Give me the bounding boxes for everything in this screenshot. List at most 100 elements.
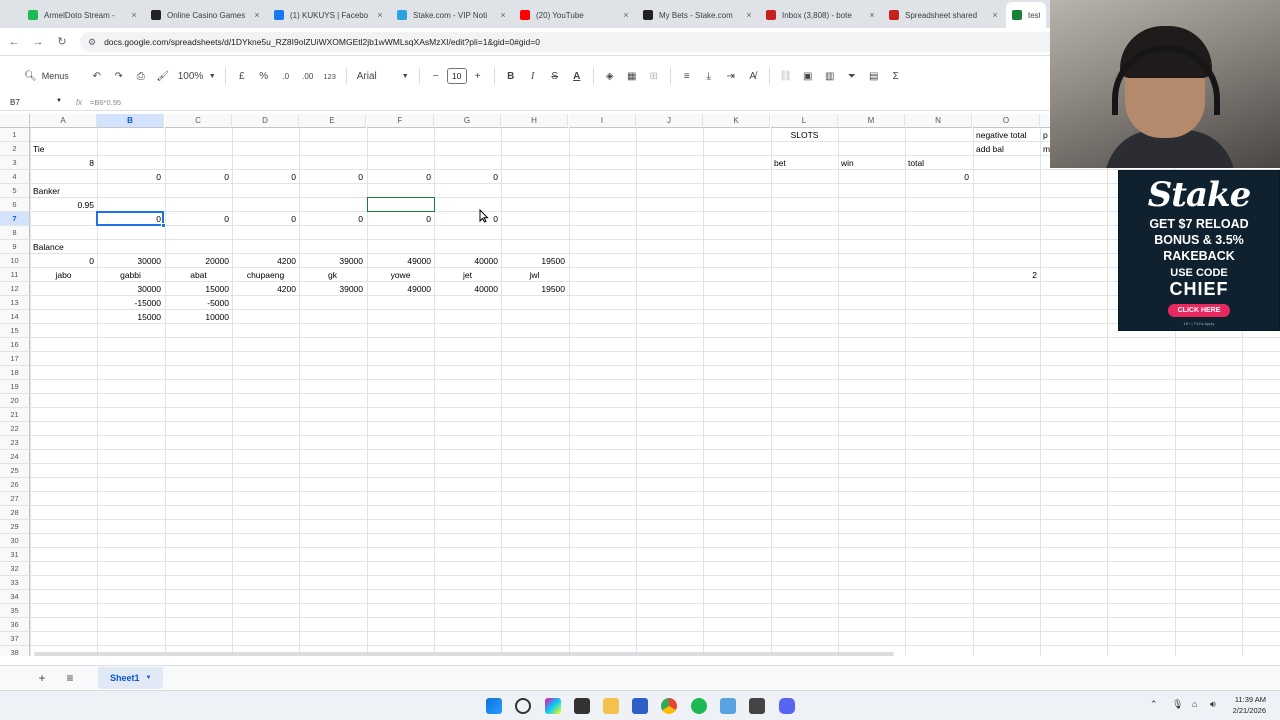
insert-link-icon[interactable]: ⛓ — [776, 66, 796, 86]
browser-tab[interactable]: Inbox (3,808) - bote × — [760, 2, 883, 28]
italic-button[interactable]: I — [523, 66, 543, 86]
row-header-3[interactable]: 3 — [0, 156, 30, 170]
close-tab-icon[interactable]: × — [129, 10, 139, 20]
cell-n3[interactable]: total — [905, 156, 972, 170]
microphone-icon[interactable]: 🎙︎ — [1172, 699, 1183, 710]
increase-decimal-button[interactable]: .00 — [298, 66, 318, 86]
row-header-2[interactable]: 2 — [0, 142, 30, 156]
cell-c10[interactable]: 20000 — [165, 254, 232, 268]
tray-chevron-icon[interactable]: ⌃ — [1150, 699, 1158, 710]
row-header-23[interactable]: 23 — [0, 436, 30, 450]
row-header-11[interactable]: 11 — [0, 268, 30, 282]
column-header-f[interactable]: F — [367, 114, 434, 128]
row-header-26[interactable]: 26 — [0, 478, 30, 492]
undo-icon[interactable]: ↶ — [87, 66, 107, 86]
cell-g12[interactable]: 40000 — [434, 282, 501, 296]
cell-c11[interactable]: abat — [165, 268, 232, 282]
row-header-20[interactable]: 20 — [0, 394, 30, 408]
cell-f4[interactable]: 0 — [367, 170, 434, 184]
row-header-32[interactable]: 32 — [0, 562, 30, 576]
store-icon[interactable] — [632, 698, 648, 714]
spotify-icon[interactable] — [691, 698, 707, 714]
print-icon[interactable]: ⎙ — [131, 66, 151, 86]
text-wrapping-icon[interactable]: ⇥ — [721, 66, 741, 86]
borders-icon[interactable]: ▦ — [622, 66, 642, 86]
cell-g7[interactable]: 0 — [434, 212, 501, 226]
site-info-icon[interactable]: ⚙ — [88, 37, 96, 48]
cell-a3[interactable]: 8 — [30, 156, 97, 170]
strikethrough-button[interactable]: S — [545, 66, 565, 86]
row-header-30[interactable]: 30 — [0, 534, 30, 548]
menus-button[interactable]: 🔍︎ Menus — [16, 65, 77, 87]
cell-c7[interactable]: 0 — [165, 212, 232, 226]
forward-icon[interactable]: → — [30, 34, 46, 50]
add-sheet-button[interactable]: + — [34, 671, 50, 685]
close-tab-icon[interactable]: × — [498, 10, 508, 20]
currency-format-button[interactable]: £ — [232, 66, 252, 86]
cell-a6[interactable]: 0.95 — [30, 198, 97, 212]
column-header-i[interactable]: I — [569, 114, 636, 128]
row-header-15[interactable]: 15 — [0, 324, 30, 338]
column-header-n[interactable]: N — [905, 114, 972, 128]
column-header-j[interactable]: J — [636, 114, 703, 128]
column-header-l[interactable]: L — [771, 114, 838, 128]
more-formats-button[interactable]: 123 — [320, 66, 340, 86]
cell-h10[interactable]: 19500 — [501, 254, 568, 268]
task-view-icon[interactable] — [574, 698, 590, 714]
browser-tab[interactable]: Online Casino Games × — [145, 2, 268, 28]
discord-icon[interactable] — [779, 698, 795, 714]
cell-a5[interactable]: Banker — [30, 184, 97, 198]
row-header-1[interactable]: 1 — [0, 128, 30, 142]
cell-h11[interactable]: jwl — [501, 268, 568, 282]
row-header-35[interactable]: 35 — [0, 604, 30, 618]
column-header-h[interactable]: H — [501, 114, 568, 128]
cell-l3[interactable]: bet — [771, 156, 838, 170]
cell-b12[interactable]: 30000 — [97, 282, 164, 296]
insert-chart-icon[interactable]: ▥ — [820, 66, 840, 86]
row-header-17[interactable]: 17 — [0, 352, 30, 366]
row-header-25[interactable]: 25 — [0, 464, 30, 478]
browser-tab[interactable]: Stake.com - VIP Noti × — [391, 2, 514, 28]
cell-c12[interactable]: 15000 — [165, 282, 232, 296]
column-header-o[interactable]: O — [973, 114, 1040, 128]
row-header-21[interactable]: 21 — [0, 408, 30, 422]
cell-o2[interactable]: add bal — [973, 142, 1040, 156]
row-header-4[interactable]: 4 — [0, 170, 30, 184]
cell-g11[interactable]: jet — [434, 268, 501, 282]
row-header-29[interactable]: 29 — [0, 520, 30, 534]
cell-e7[interactable]: 0 — [299, 212, 366, 226]
row-header-37[interactable]: 37 — [0, 632, 30, 646]
browser-tab[interactable]: (20) YouTube × — [514, 2, 637, 28]
column-header-m[interactable]: M — [838, 114, 905, 128]
percent-format-button[interactable]: % — [254, 66, 274, 86]
cell-d12[interactable]: 4200 — [232, 282, 299, 296]
column-header-g[interactable]: G — [434, 114, 501, 128]
row-header-31[interactable]: 31 — [0, 548, 30, 562]
row-header-5[interactable]: 5 — [0, 184, 30, 198]
row-header-19[interactable]: 19 — [0, 380, 30, 394]
cell-b11[interactable]: gabbi — [97, 268, 164, 282]
cell-c13[interactable]: -5000 — [165, 296, 232, 310]
browser-tab[interactable]: Spreadsheet shared × — [883, 2, 1006, 28]
filter-views-icon[interactable]: ▤ — [864, 66, 884, 86]
fill-handle[interactable] — [161, 223, 166, 228]
close-tab-icon[interactable]: × — [252, 10, 262, 20]
row-header-28[interactable]: 28 — [0, 506, 30, 520]
sheet-tab-sheet1[interactable]: Sheet1 ▼ — [98, 666, 164, 689]
browser-tab[interactable]: test — [1006, 2, 1046, 28]
cell-d4[interactable]: 0 — [232, 170, 299, 184]
copilot-icon[interactable] — [545, 698, 561, 714]
column-header-a[interactable]: A — [30, 114, 97, 128]
spreadsheet-grid[interactable]: A B C D E F G H I J K L M N O 1 2 3 4 5 6 7 8 9 10 11 12 13 14 15 16 17… — [0, 114, 1280, 656]
horizontal-scrollbar[interactable] — [34, 652, 894, 656]
chrome-icon[interactable] — [661, 698, 677, 714]
zoom-select[interactable]: 100% ▼ — [175, 66, 219, 86]
row-header-33[interactable]: 33 — [0, 576, 30, 590]
merge-cells-icon[interactable]: ⊞ — [644, 66, 664, 86]
increase-font-size-button[interactable]: + — [468, 66, 488, 86]
cell-e4[interactable]: 0 — [299, 170, 366, 184]
row-header-24[interactable]: 24 — [0, 450, 30, 464]
row-header-14[interactable]: 14 — [0, 310, 30, 324]
start-menu-icon[interactable] — [486, 698, 502, 714]
column-header-c[interactable]: C — [165, 114, 232, 128]
